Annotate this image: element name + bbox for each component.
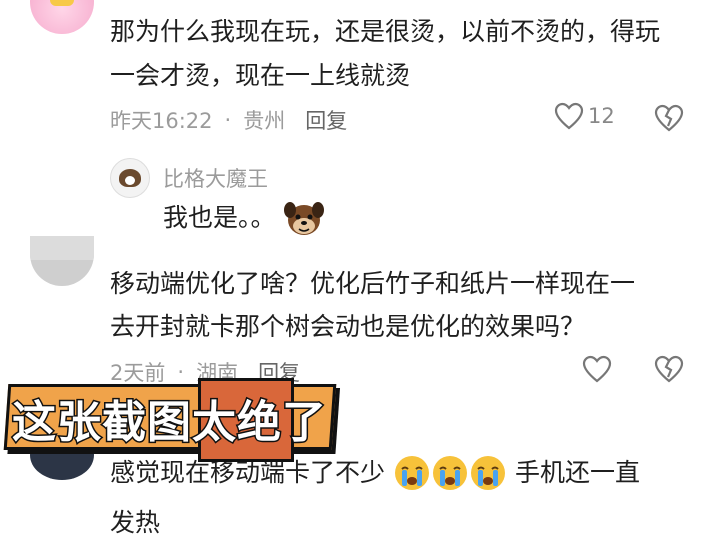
dog-sticker [283, 202, 324, 235]
crying-face-emoji [433, 456, 468, 490]
heart-outline-icon [582, 355, 612, 383]
comment-text: 那为什么我现在玩，还是很烫，以前不烫的，得玩 [110, 17, 661, 46]
overlay-banner: 这张截图太绝了 [3, 378, 337, 462]
crying-face-emoji [395, 456, 430, 490]
comment-text: 移动端优化了啥？优化后竹子和纸片一样现在一 [110, 269, 636, 298]
avatar[interactable] [30, 236, 94, 286]
dislike-button[interactable] [654, 104, 684, 136]
like-count: 12 [588, 104, 615, 128]
comment-time: 2天前 [110, 361, 166, 385]
avatar[interactable] [30, 0, 94, 34]
comment-location: 贵州 [243, 109, 286, 133]
comment-text: 一会才烫，现在一上线就烫 [110, 61, 411, 90]
comment-time: 昨天16:22 [110, 109, 213, 133]
avatar[interactable] [110, 158, 150, 198]
like-button[interactable]: 12 [554, 102, 615, 130]
reply-button[interactable]: 回复 [305, 105, 347, 135]
hidden-meta-row [0, 246, 720, 262]
reply-username[interactable]: 比格大魔王 [163, 163, 268, 193]
reply-text: 我也是。。 [163, 198, 326, 238]
like-button[interactable] [582, 355, 612, 383]
comment-meta: 昨天16:22 · 贵州 回复 [110, 105, 347, 135]
comment-text: 去开封就卡那个树会动也是优化的效果吗？ [110, 312, 586, 341]
broken-heart-icon [654, 355, 684, 383]
broken-heart-icon [654, 104, 684, 132]
banner-text: 这张截图太绝了 [11, 396, 328, 450]
crying-face-emoji [471, 456, 506, 490]
comment-text: 感觉现在移动端卡了不少 手机还一直 [110, 453, 640, 493]
comment-text: 发热 [110, 508, 161, 537]
crying-emoji-group [393, 454, 507, 492]
dislike-button[interactable] [654, 355, 684, 387]
heart-outline-icon [554, 102, 584, 130]
